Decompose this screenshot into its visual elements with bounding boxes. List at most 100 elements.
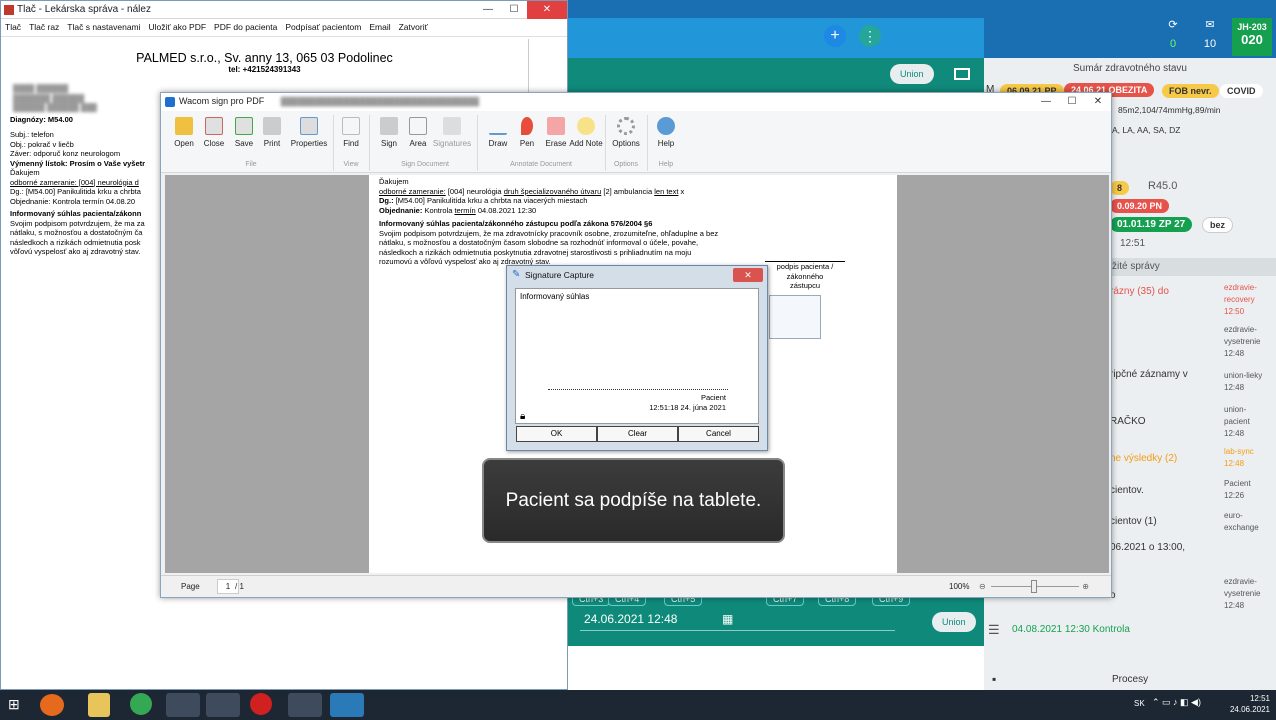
- message-label[interactable]: cientov (1): [1110, 516, 1157, 527]
- consent-text: Svojim podpisom potvrdzujem, že ma zdrav…: [379, 228, 719, 238]
- maximize-icon[interactable]: ☐: [501, 1, 527, 19]
- signatures-button[interactable]: Signatures: [431, 117, 473, 148]
- union-button-top[interactable]: Union: [890, 64, 934, 84]
- menu-ulozit-pdf[interactable]: Uložiť ako PDF: [149, 22, 207, 33]
- close-button[interactable]: Close: [197, 117, 231, 148]
- wacom-window-controls: — ☐ ✕: [1033, 93, 1111, 111]
- signature-pad[interactable]: Informovaný súhlas Pacient 12:51:18 24. …: [515, 288, 759, 424]
- wacom-ribbon: Open Close Save Print Properties File Fi…: [161, 111, 1111, 173]
- tag-covid[interactable]: COVID: [1220, 84, 1263, 98]
- wacom-titlebar[interactable]: Wacom sign pro PDF █████████████████████…: [161, 93, 1111, 111]
- zoom-out-icon[interactable]: ⊖: [979, 582, 986, 591]
- ecg-app-icon[interactable]: [206, 693, 240, 717]
- firefox-icon[interactable]: [40, 694, 64, 716]
- tag-small[interactable]: 8: [1110, 181, 1130, 195]
- ribbon-separator: [369, 115, 370, 171]
- zoom-thumb[interactable]: [1031, 580, 1037, 593]
- menu-zatvorit[interactable]: Zatvoriť: [399, 22, 428, 33]
- ribbon-separator: [605, 115, 606, 171]
- find-button[interactable]: Find: [334, 117, 368, 148]
- user-code: JH-203: [1237, 22, 1267, 32]
- message-label[interactable]: rázny (35) do: [1110, 286, 1169, 297]
- procesy-label[interactable]: Procesy: [1112, 674, 1148, 685]
- menu-tlac[interactable]: Tlač: [5, 22, 21, 33]
- file-explorer-icon[interactable]: [88, 693, 110, 717]
- menu-pdf-do-pacienta[interactable]: PDF do pacienta: [214, 22, 277, 33]
- zoom-slider[interactable]: ⊖ ⊕: [979, 580, 1089, 593]
- message-label[interactable]: 06.2021 o 13:00,: [1110, 542, 1185, 553]
- clear-button[interactable]: Clear: [597, 426, 678, 442]
- date-field[interactable]: 24.06.2021 12:48: [584, 612, 677, 626]
- calendar-icon[interactable]: ▦: [722, 612, 733, 626]
- page-label: Page: [181, 582, 200, 591]
- help-button[interactable]: Help: [649, 117, 683, 148]
- close-doc-icon: [205, 117, 223, 135]
- signature-dialog-titlebar[interactable]: ✎ Signature Capture ✕: [507, 266, 767, 284]
- union-button-bottom[interactable]: Union: [932, 612, 976, 632]
- heart-app-icon[interactable]: [250, 693, 272, 715]
- group-options: Options: [613, 161, 639, 168]
- area-icon: [409, 117, 427, 135]
- more-options-icon[interactable]: ⋮: [859, 25, 881, 47]
- close-icon[interactable]: ✕: [527, 1, 567, 19]
- lock-icon: 🔒︎: [520, 411, 526, 422]
- ribbon-separator: [477, 115, 478, 171]
- save-icon: [235, 117, 253, 135]
- menu-tlac-s-nastavenami[interactable]: Tlač s nastavenami: [67, 22, 140, 33]
- maximize-icon[interactable]: ☐: [1059, 93, 1085, 111]
- message-label[interactable]: ripčné záznamy v: [1110, 369, 1188, 380]
- menu-email[interactable]: Email: [369, 22, 390, 33]
- user-badge[interactable]: JH-203 020: [1232, 18, 1272, 56]
- properties-button[interactable]: Properties: [289, 117, 329, 148]
- options-button[interactable]: Options: [607, 117, 645, 148]
- message-label[interactable]: RAČKO: [1110, 416, 1146, 427]
- signer-name: Pacient: [700, 393, 726, 402]
- messages-icon[interactable]: ✉: [1198, 18, 1222, 31]
- tray-icons[interactable]: ⌃ ▭ ♪ ◧ ◀): [1152, 697, 1201, 708]
- chat-icon[interactable]: ▪: [992, 672, 996, 686]
- tag-pn[interactable]: 0.09.20 PN: [1110, 199, 1170, 213]
- print-icon: [263, 117, 281, 135]
- wacom-taskbar-icon[interactable]: [330, 693, 364, 717]
- chrome-icon[interactable]: [130, 693, 152, 715]
- ribbon-separator: [647, 115, 648, 171]
- menu-icon[interactable]: ☰: [988, 622, 1000, 638]
- pen-icon: ✎: [512, 269, 521, 280]
- erase-button[interactable]: Erase: [539, 117, 573, 148]
- message-label[interactable]: cientov.: [1110, 485, 1144, 496]
- add-note-button[interactable]: Add Note: [569, 117, 603, 148]
- signature-field-label: podpis pacienta / zákonného zástupcu: [765, 261, 845, 291]
- tag-zp[interactable]: 01.01.19 ZP 27: [1110, 217, 1193, 232]
- tag-bez[interactable]: bez: [1202, 217, 1234, 233]
- signature-stamp-blurred: [769, 295, 821, 339]
- close-icon[interactable]: ✕: [1085, 93, 1111, 111]
- wacom-file-path-blurred: ███████████████████████████████████: [280, 97, 480, 106]
- area-button[interactable]: Area: [401, 117, 435, 148]
- taskbar-app-icon[interactable]: [166, 693, 200, 717]
- ok-button[interactable]: OK: [516, 426, 597, 442]
- close-icon[interactable]: ✕: [733, 268, 763, 282]
- tag-fob[interactable]: FOB nevr.: [1162, 84, 1219, 98]
- panel-toggle-icon[interactable]: [954, 68, 970, 80]
- sync-icon[interactable]: ⟳: [1160, 18, 1186, 31]
- minimize-icon[interactable]: —: [1033, 93, 1059, 111]
- open-button[interactable]: Open: [167, 117, 201, 148]
- chrome-icon[interactable]: [288, 693, 322, 717]
- note-icon: [577, 117, 595, 135]
- message-label[interactable]: ne výsledky (2): [1110, 453, 1177, 464]
- zoom-in-icon[interactable]: ⊕: [1082, 582, 1089, 591]
- system-clock[interactable]: 12:51 24.06.2021: [1230, 693, 1270, 715]
- kontrola-entry[interactable]: 04.08.2021 12:30 Kontrola: [1012, 624, 1130, 635]
- menu-podpisat-pacientom[interactable]: Podpísať pacientom: [285, 22, 361, 33]
- print-button[interactable]: Print: [255, 117, 289, 148]
- pen-icon: [521, 117, 533, 135]
- add-icon[interactable]: +: [824, 25, 846, 47]
- language-indicator[interactable]: SK: [1134, 699, 1145, 708]
- start-windows-icon[interactable]: ⊞: [8, 696, 26, 714]
- cancel-button[interactable]: Cancel: [678, 426, 759, 442]
- menu-tlac-raz[interactable]: Tlač raz: [29, 22, 59, 33]
- print-titlebar[interactable]: Tlač - Lekárska správa - nález — ☐ ✕: [1, 1, 567, 19]
- minimize-icon[interactable]: —: [475, 1, 501, 19]
- page-total: / 1: [235, 582, 244, 591]
- options-gear-icon: [617, 117, 635, 135]
